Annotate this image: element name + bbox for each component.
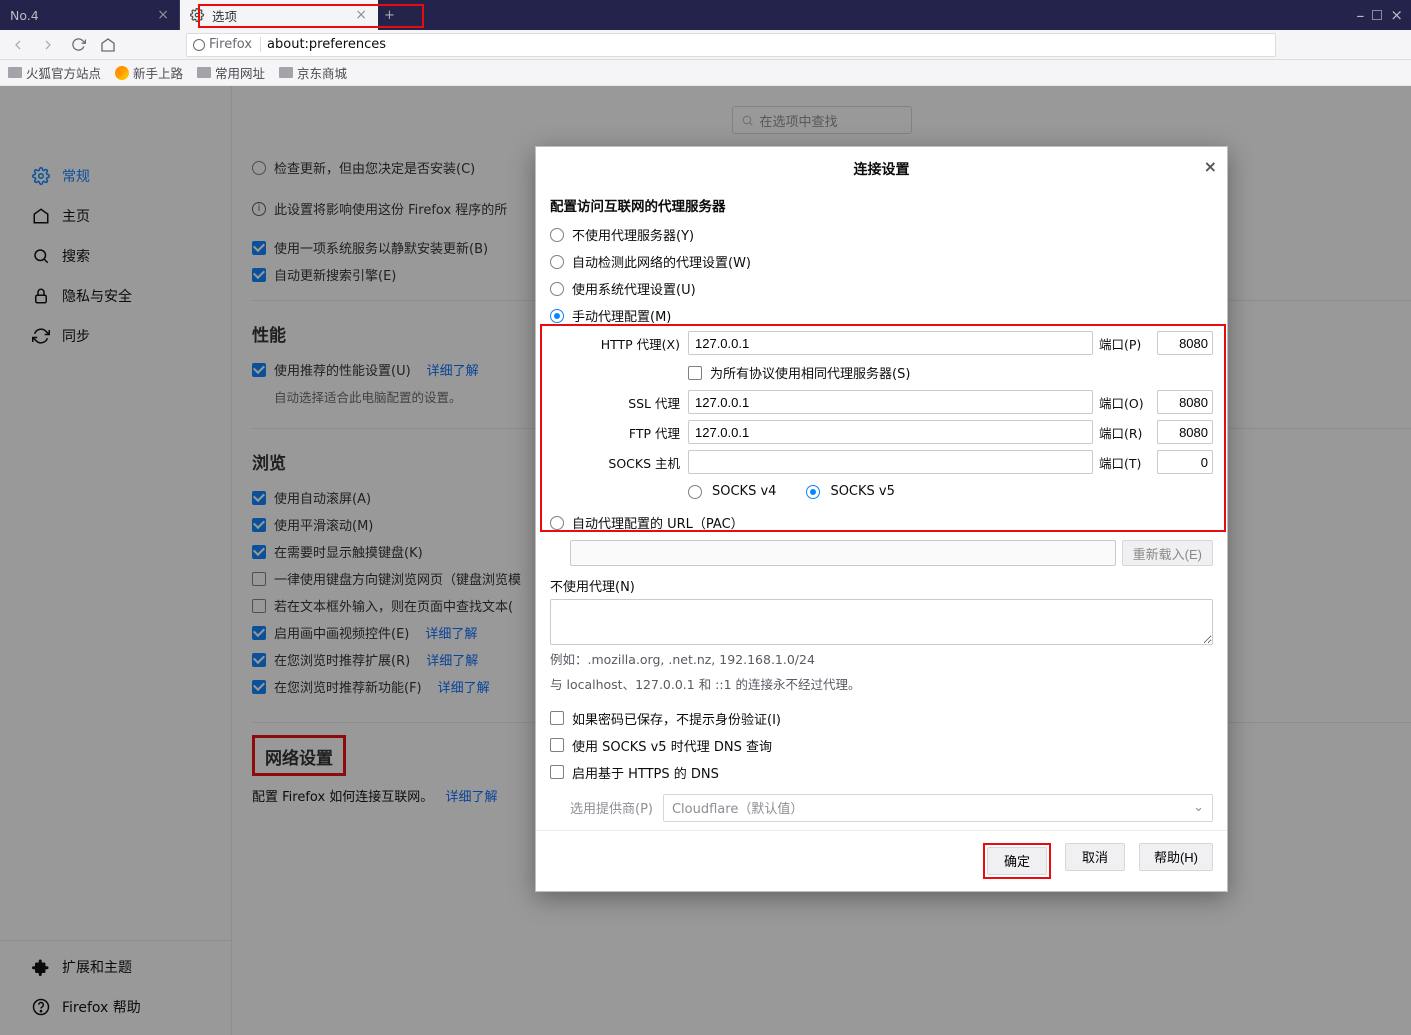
no-proxy-label: 不使用代理(N) <box>550 580 635 595</box>
checkbox-label: 使用 SOCKS v5 时代理 DNS 查询 <box>572 736 772 755</box>
tab-0-close-icon[interactable]: × <box>157 7 169 23</box>
ftp-port-input[interactable] <box>1157 420 1213 444</box>
bookmark-item-2[interactable]: 常用网址 <box>197 63 265 82</box>
radio-manual-proxy[interactable] <box>550 309 564 323</box>
tab-0-title: No.4 <box>10 8 39 23</box>
dialog-subheading: 配置访问互联网的代理服务器 <box>550 195 1213 215</box>
connection-settings-dialog: 连接设置 × 配置访问互联网的代理服务器 不使用代理服务器(Y) 自动检测此网络… <box>535 146 1228 892</box>
gear-icon <box>190 8 204 22</box>
no-proxy-note: 与 localhost、127.0.0.1 和 ::1 的连接永不经过代理。 <box>550 676 1213 695</box>
radio-system-proxy[interactable] <box>550 282 564 296</box>
checkbox-socks-dns[interactable] <box>550 738 564 752</box>
radio-label: SOCKS v4 <box>712 484 776 499</box>
checkbox-no-auth-prompt[interactable] <box>550 711 564 725</box>
bookmark-label: 火狐官方站点 <box>26 63 101 82</box>
http-proxy-label: HTTP 代理(X) <box>570 334 682 353</box>
radio-no-proxy[interactable] <box>550 228 564 242</box>
checkbox-label: 为所有协议使用相同代理服务器(S) <box>710 363 910 382</box>
dialog-title-text: 连接设置 <box>854 162 910 178</box>
forward-button[interactable] <box>36 33 60 57</box>
reload-pac-button[interactable]: 重新载入(E) <box>1122 540 1213 566</box>
help-button[interactable]: 帮助(H) <box>1139 843 1213 871</box>
bookmark-item-1[interactable]: 新手上路 <box>115 63 183 82</box>
folder-icon <box>8 67 22 78</box>
ok-button[interactable]: 确定 <box>987 847 1047 875</box>
radio-socks-v4[interactable] <box>688 485 702 499</box>
pac-url-input[interactable] <box>570 540 1116 566</box>
url-bar[interactable]: Firefox about:preferences <box>186 33 1276 57</box>
dialog-title: 连接设置 × <box>536 147 1227 189</box>
provider-select[interactable]: Cloudflare（默认值） ⌄ <box>663 794 1213 822</box>
minimize-icon[interactable]: – <box>1356 6 1364 25</box>
firefox-icon <box>115 66 129 80</box>
url-path: about:preferences <box>267 37 386 52</box>
radio-label: 使用系统代理设置(U) <box>572 279 696 298</box>
ssl-proxy-label: SSL 代理 <box>570 393 682 412</box>
checkbox-dns-over-https[interactable] <box>550 765 564 779</box>
no-proxy-example: 例如：.mozilla.org, .net.nz, 192.168.1.0/24 <box>550 651 1213 670</box>
nav-toolbar: Firefox about:preferences <box>0 30 1411 60</box>
bookmark-label: 常用网址 <box>215 63 265 82</box>
ftp-port-label: 端口(R) <box>1099 423 1151 442</box>
tab-1-title: 选项 <box>212 6 237 25</box>
socks-host-input[interactable] <box>688 450 1093 474</box>
ssl-port-label: 端口(O) <box>1099 393 1151 412</box>
no-proxy-input[interactable] <box>550 599 1213 645</box>
folder-icon <box>197 67 211 78</box>
ssl-port-input[interactable] <box>1157 390 1213 414</box>
tab-1[interactable]: 选项 × <box>180 0 378 30</box>
close-window-icon[interactable]: × <box>1390 6 1403 24</box>
tab-strip: No.4 × 选项 × + – × <box>0 0 1411 30</box>
socks-host-label: SOCKS 主机 <box>570 453 682 472</box>
window-controls: – × <box>1356 0 1411 30</box>
bookmark-item-0[interactable]: 火狐官方站点 <box>8 63 101 82</box>
bookmark-item-3[interactable]: 京东商城 <box>279 63 347 82</box>
highlight-ok-button: 确定 <box>983 843 1051 879</box>
radio-label: SOCKS v5 <box>830 484 894 499</box>
cancel-button[interactable]: 取消 <box>1065 843 1125 871</box>
reload-button[interactable] <box>66 33 90 57</box>
checkbox-label: 如果密码已保存，不提示身份验证(I) <box>572 709 781 728</box>
checkbox-label: 启用基于 HTTPS 的 DNS <box>572 763 719 782</box>
radio-auto-detect[interactable] <box>550 255 564 269</box>
chevron-down-icon: ⌄ <box>1193 800 1204 815</box>
socks-port-label: 端口(T) <box>1099 453 1151 472</box>
http-port-input[interactable] <box>1157 331 1213 355</box>
ftp-proxy-label: FTP 代理 <box>570 423 682 442</box>
back-button[interactable] <box>6 33 30 57</box>
radio-label: 自动代理配置的 URL（PAC） <box>572 513 744 532</box>
folder-icon <box>279 67 293 78</box>
url-product-label: Firefox <box>209 37 252 52</box>
radio-label: 手动代理配置(M) <box>572 306 671 325</box>
close-icon[interactable]: × <box>1204 157 1217 176</box>
ssl-proxy-input[interactable] <box>688 390 1093 414</box>
tab-1-close-icon[interactable]: × <box>355 7 367 23</box>
radio-pac-url[interactable] <box>550 516 564 530</box>
provider-value: Cloudflare（默认值） <box>672 798 803 817</box>
ftp-proxy-input[interactable] <box>688 420 1093 444</box>
maximize-icon[interactable] <box>1372 10 1382 20</box>
bookmark-label: 京东商城 <box>297 63 347 82</box>
home-button[interactable] <box>96 33 120 57</box>
radio-label: 不使用代理服务器(Y) <box>572 225 694 244</box>
bookmark-label: 新手上路 <box>133 63 183 82</box>
bookmarks-bar: 火狐官方站点 新手上路 常用网址 京东商城 <box>0 60 1411 86</box>
firefox-icon <box>193 39 205 51</box>
socks-port-input[interactable] <box>1157 450 1213 474</box>
http-proxy-input[interactable] <box>688 331 1093 355</box>
radio-socks-v5[interactable] <box>806 485 820 499</box>
provider-label: 选用提供商(P) <box>570 798 653 817</box>
checkbox-same-proxy[interactable] <box>688 366 702 380</box>
tab-0[interactable]: No.4 × <box>0 0 180 30</box>
radio-label: 自动检测此网络的代理设置(W) <box>572 252 751 271</box>
new-tab-button[interactable]: + <box>378 0 401 30</box>
url-product-tag: Firefox <box>193 37 261 52</box>
http-port-label: 端口(P) <box>1099 334 1151 353</box>
